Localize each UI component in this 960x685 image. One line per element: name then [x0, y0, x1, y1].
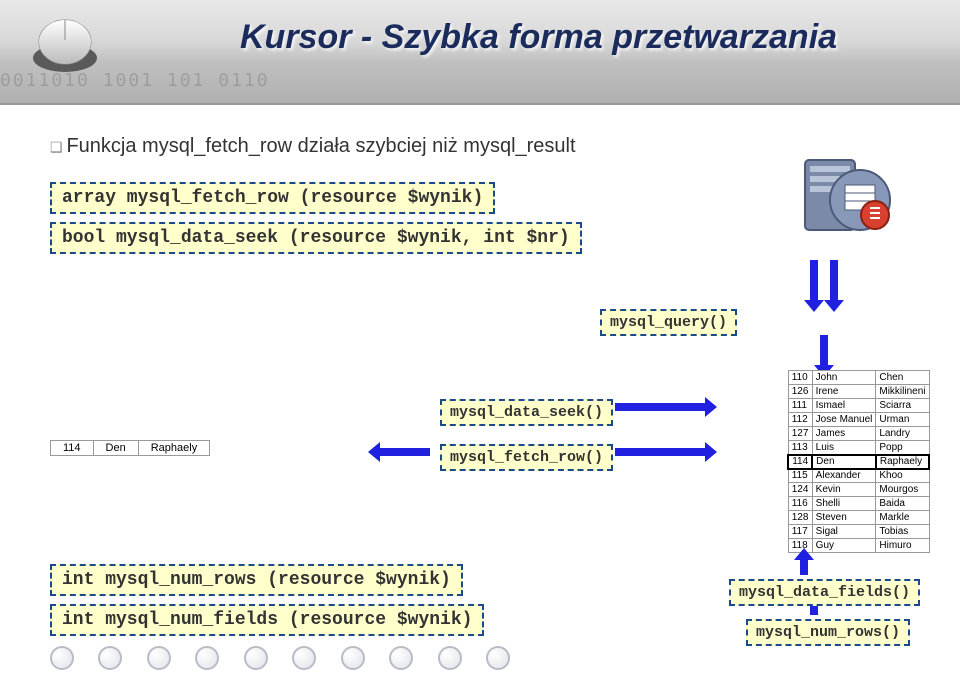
cell: Khoo	[876, 469, 929, 483]
dot	[98, 646, 122, 670]
signature-num-rows: int mysql_num_rows (resource $wynik)	[50, 564, 463, 596]
cell: Chen	[876, 371, 929, 385]
signature-data-seek: bool mysql_data_seek (resource $wynik, i…	[50, 222, 582, 254]
label-fetch-row: mysql_fetch_row()	[440, 444, 613, 471]
data-table: 110JohnChen126IreneMikkilineni111IsmaelS…	[787, 370, 930, 553]
arrow	[615, 403, 705, 411]
cell: Tobias	[876, 525, 929, 539]
cell: 127	[788, 427, 812, 441]
dot	[50, 646, 74, 670]
cell: 128	[788, 511, 812, 525]
dot	[147, 646, 171, 670]
cell: Raphaely	[876, 455, 929, 469]
cell: Mikkilineni	[876, 385, 929, 399]
binary-decoration: 0011010 1001 101 0110	[0, 70, 350, 105]
cell: Raphaely	[138, 441, 209, 456]
dot	[195, 646, 219, 670]
arrow	[380, 448, 430, 456]
cell: Alexander	[812, 469, 876, 483]
dot	[389, 646, 413, 670]
cell: Ismael	[812, 399, 876, 413]
slide-header: 0011010 1001 101 0110 Kursor - Szybka fo…	[0, 0, 960, 105]
cell: 114	[51, 441, 94, 456]
cell: 112	[788, 413, 812, 427]
cell: 114	[788, 455, 812, 469]
dot	[486, 646, 510, 670]
cell: Baida	[876, 497, 929, 511]
cell: 111	[788, 399, 812, 413]
page-title: Kursor - Szybka forma przetwarzania	[240, 18, 837, 57]
cell: 110	[788, 371, 812, 385]
cell: Markle	[876, 511, 929, 525]
bullet-description: Funkcja mysql_fetch_row działa szybciej …	[50, 135, 910, 158]
dot	[292, 646, 316, 670]
arrow	[830, 260, 838, 300]
label-mysql-query: mysql_query()	[600, 309, 737, 336]
cell: John	[812, 371, 876, 385]
arrow	[615, 448, 705, 456]
cell: Shelli	[812, 497, 876, 511]
cell: Sciarra	[876, 399, 929, 413]
cell: 117	[788, 525, 812, 539]
cell: James	[812, 427, 876, 441]
arrow	[800, 560, 808, 575]
cell: 124	[788, 483, 812, 497]
single-row-result: 114 Den Raphaely	[50, 440, 210, 456]
cell: Landry	[876, 427, 929, 441]
cell: Mourgos	[876, 483, 929, 497]
cell: Jose Manuel	[812, 413, 876, 427]
cell: 116	[788, 497, 812, 511]
signature-fetch-row: array mysql_fetch_row (resource $wynik)	[50, 182, 495, 214]
cell: Himuro	[876, 539, 929, 553]
cell: Guy	[812, 539, 876, 553]
dot	[244, 646, 268, 670]
cell: Den	[93, 441, 138, 456]
cell: 126	[788, 385, 812, 399]
cell: Popp	[876, 441, 929, 455]
arrow	[810, 260, 818, 300]
dot	[438, 646, 462, 670]
cell: 115	[788, 469, 812, 483]
pagination-dots	[50, 646, 530, 675]
label-data-seek: mysql_data_seek()	[440, 399, 613, 426]
cell: Urman	[876, 413, 929, 427]
cell: 113	[788, 441, 812, 455]
arrow	[820, 335, 828, 365]
cell: Steven	[812, 511, 876, 525]
cell: Irene	[812, 385, 876, 399]
label-data-fields: mysql_data_fields()	[729, 579, 920, 606]
label-num-rows: mysql_num_rows()	[746, 619, 910, 646]
signature-num-fields: int mysql_num_fields (resource $wynik)	[50, 604, 484, 636]
dot	[341, 646, 365, 670]
cell: Den	[812, 455, 876, 469]
cell: Kevin	[812, 483, 876, 497]
cell: Luis	[812, 441, 876, 455]
cell: Sigal	[812, 525, 876, 539]
